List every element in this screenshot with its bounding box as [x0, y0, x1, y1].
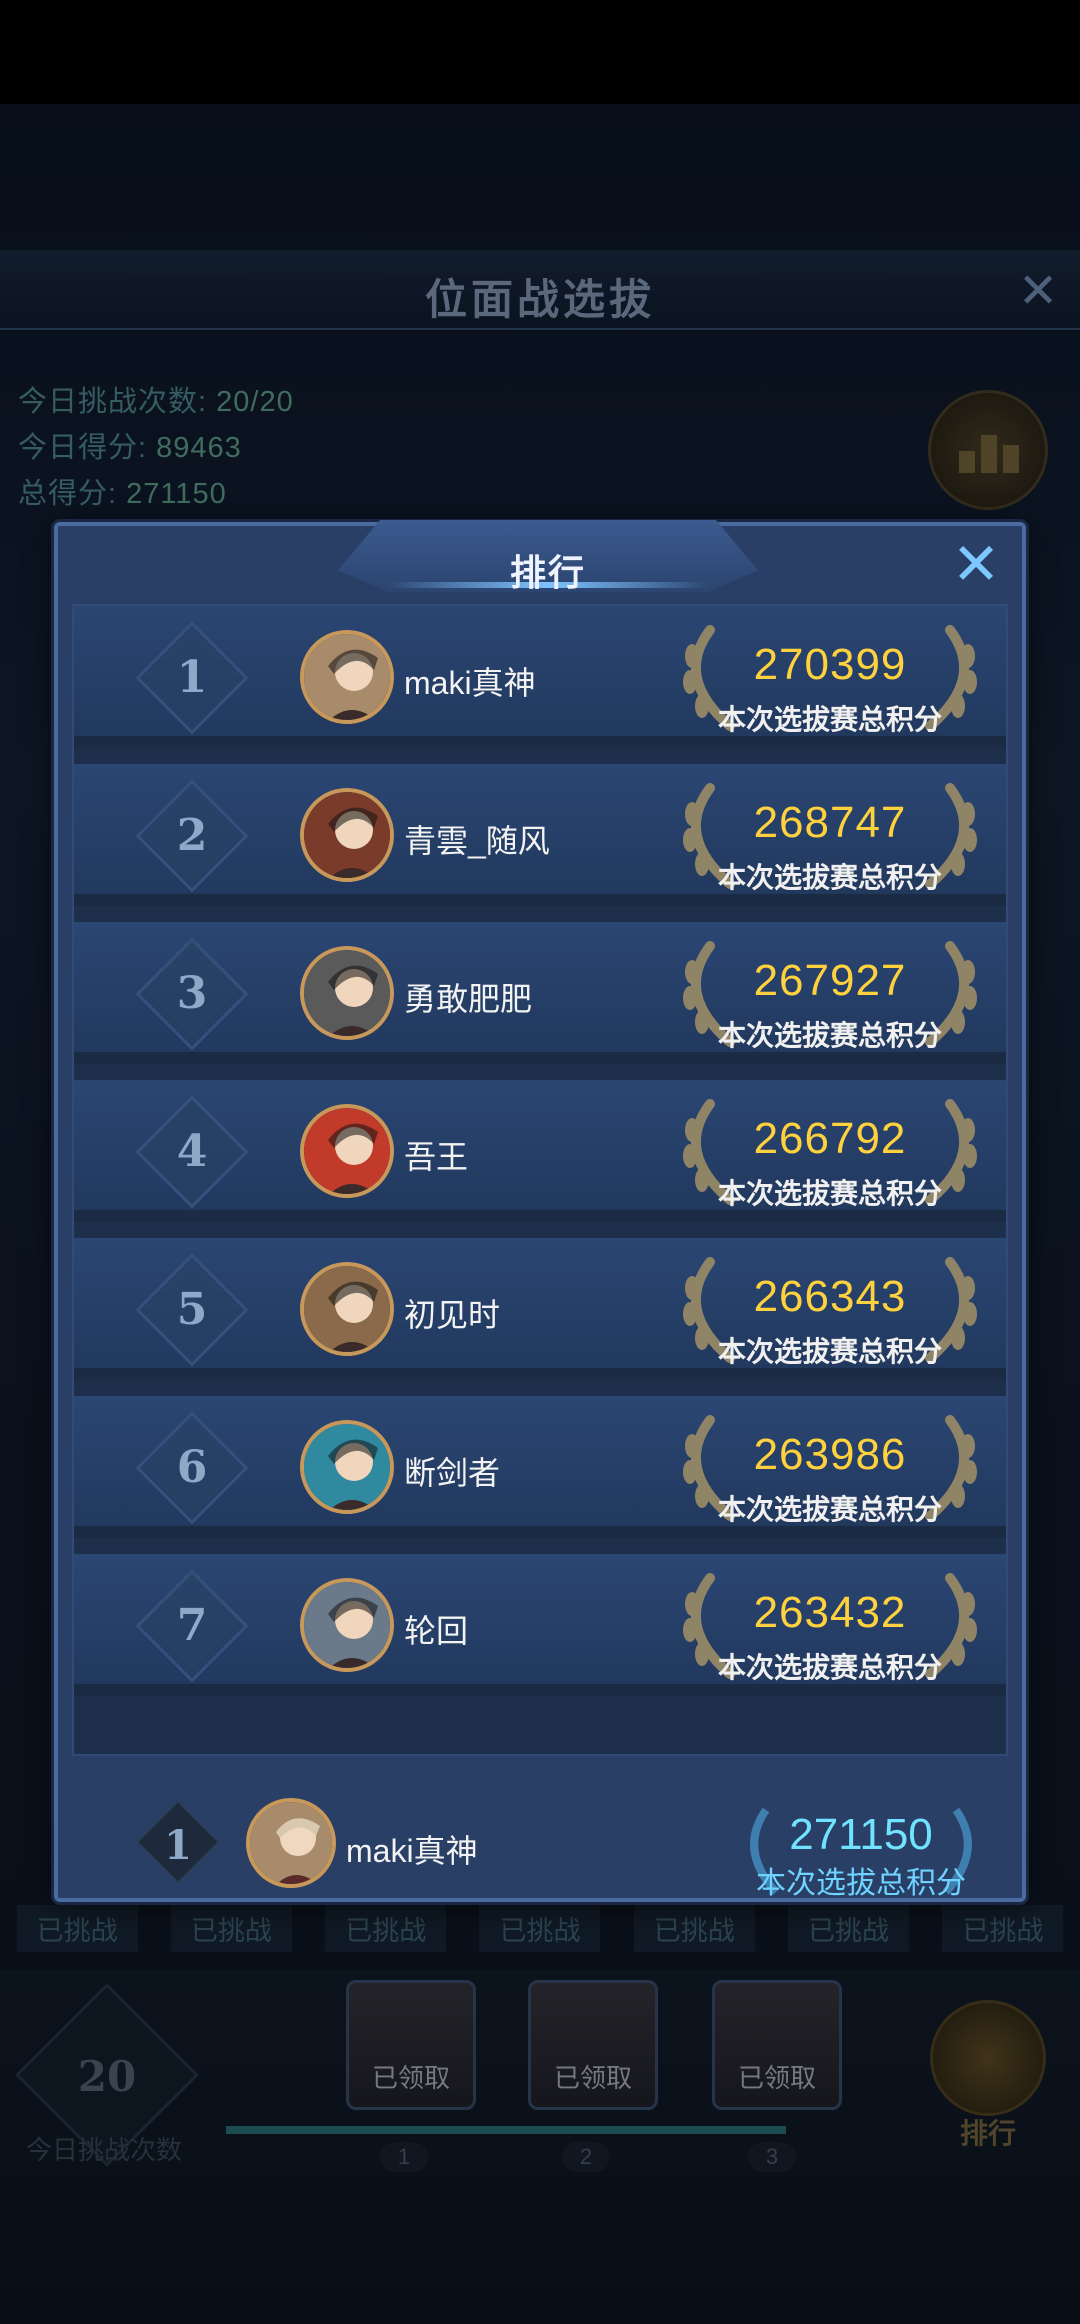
player-name: 断剑者: [404, 1455, 501, 1491]
player-avatar[interactable]: [300, 788, 394, 882]
avatar-portrait-icon: [304, 792, 390, 878]
score-label: 本次选拔赛总积分: [717, 861, 942, 894]
avatar-portrait-icon: [250, 1802, 332, 1884]
ranking-row[interactable]: 2 青雲_随风 268747 本次选拔赛总积分: [74, 764, 1006, 906]
my-score-label: 本次选拔总积分: [756, 1867, 966, 1900]
rank-number: 2: [176, 810, 208, 861]
my-score: 271150: [789, 1810, 933, 1859]
player-name: 青雲_随风: [404, 823, 550, 859]
ranking-row[interactable]: 7 轮回 263432 本次选拔赛总积分: [74, 1554, 1006, 1696]
player-avatar[interactable]: [300, 630, 394, 724]
player-score: 263432: [753, 1588, 907, 1637]
player-avatar[interactable]: [300, 1104, 394, 1198]
player-score: 266343: [753, 1272, 907, 1321]
player-name: 吾王: [404, 1139, 469, 1175]
score-label: 本次选拔赛总积分: [717, 1177, 942, 1210]
player-avatar[interactable]: [300, 1262, 394, 1356]
avatar-portrait-icon: [304, 1108, 390, 1194]
player-score: 266792: [753, 1114, 907, 1163]
score-label: 本次选拔赛总积分: [717, 1651, 942, 1684]
my-name: maki真神: [346, 1833, 478, 1869]
player-score: 268747: [753, 798, 907, 847]
rank-number: 6: [176, 1442, 208, 1493]
player-name: 轮回: [404, 1613, 469, 1649]
avatar-portrait-icon: [304, 1582, 390, 1668]
ranking-row[interactable]: 6 断剑者 263986 本次选拔赛总积分: [74, 1396, 1006, 1538]
player-score: 263986: [753, 1430, 907, 1479]
ranking-row[interactable]: 1 maki真神 270399 本次选拔赛总积分: [74, 606, 1006, 748]
rank-number: 7: [176, 1600, 208, 1651]
player-avatar[interactable]: [300, 1578, 394, 1672]
avatar-portrait-icon: [304, 1266, 390, 1352]
ranking-row[interactable]: 3 勇敢肥肥 267927 本次选拔赛总积分: [74, 922, 1006, 1064]
player-name: 初见时: [404, 1297, 501, 1333]
avatar-portrait-icon: [304, 950, 390, 1036]
avatar-portrait-icon: [304, 634, 390, 720]
modal-title: 排行: [509, 552, 586, 594]
score-label: 本次选拔赛总积分: [717, 1019, 942, 1052]
player-score: 270399: [753, 640, 907, 689]
close-icon[interactable]: ✕: [948, 536, 1004, 594]
rank-number: 3: [176, 968, 208, 1019]
status-bar: [0, 0, 1080, 104]
rank-number: 4: [176, 1126, 208, 1177]
player-score: 267927: [753, 956, 907, 1005]
rank-number: 5: [176, 1284, 208, 1335]
player-avatar[interactable]: [300, 1420, 394, 1514]
ranking-modal: 排行 ✕ 1 maki真神 270399 本次选拔赛总积分 2 青雲_随风 26…: [54, 520, 1026, 1902]
player-name: maki真神: [404, 665, 536, 701]
score-label: 本次选拔赛总积分: [717, 1335, 942, 1368]
my-avatar: [246, 1798, 336, 1888]
ranking-row[interactable]: 4 吾王 266792 本次选拔赛总积分: [74, 1080, 1006, 1222]
rank-number: 1: [176, 652, 208, 703]
my-rank-row: 1 maki真神 271150 本次选拔总积分: [72, 1774, 1008, 1900]
score-label: 本次选拔赛总积分: [717, 1493, 942, 1526]
avatar-portrait-icon: [304, 1424, 390, 1510]
player-avatar[interactable]: [300, 946, 394, 1040]
score-label: 本次选拔赛总积分: [717, 703, 942, 736]
player-name: 勇敢肥肥: [404, 981, 533, 1017]
my-rank: 1: [164, 1822, 192, 1869]
ranking-list[interactable]: 1 maki真神 270399 本次选拔赛总积分 2 青雲_随风 268747 …: [72, 604, 1008, 1756]
ranking-row[interactable]: 5 初见时 266343 本次选拔赛总积分: [74, 1238, 1006, 1380]
